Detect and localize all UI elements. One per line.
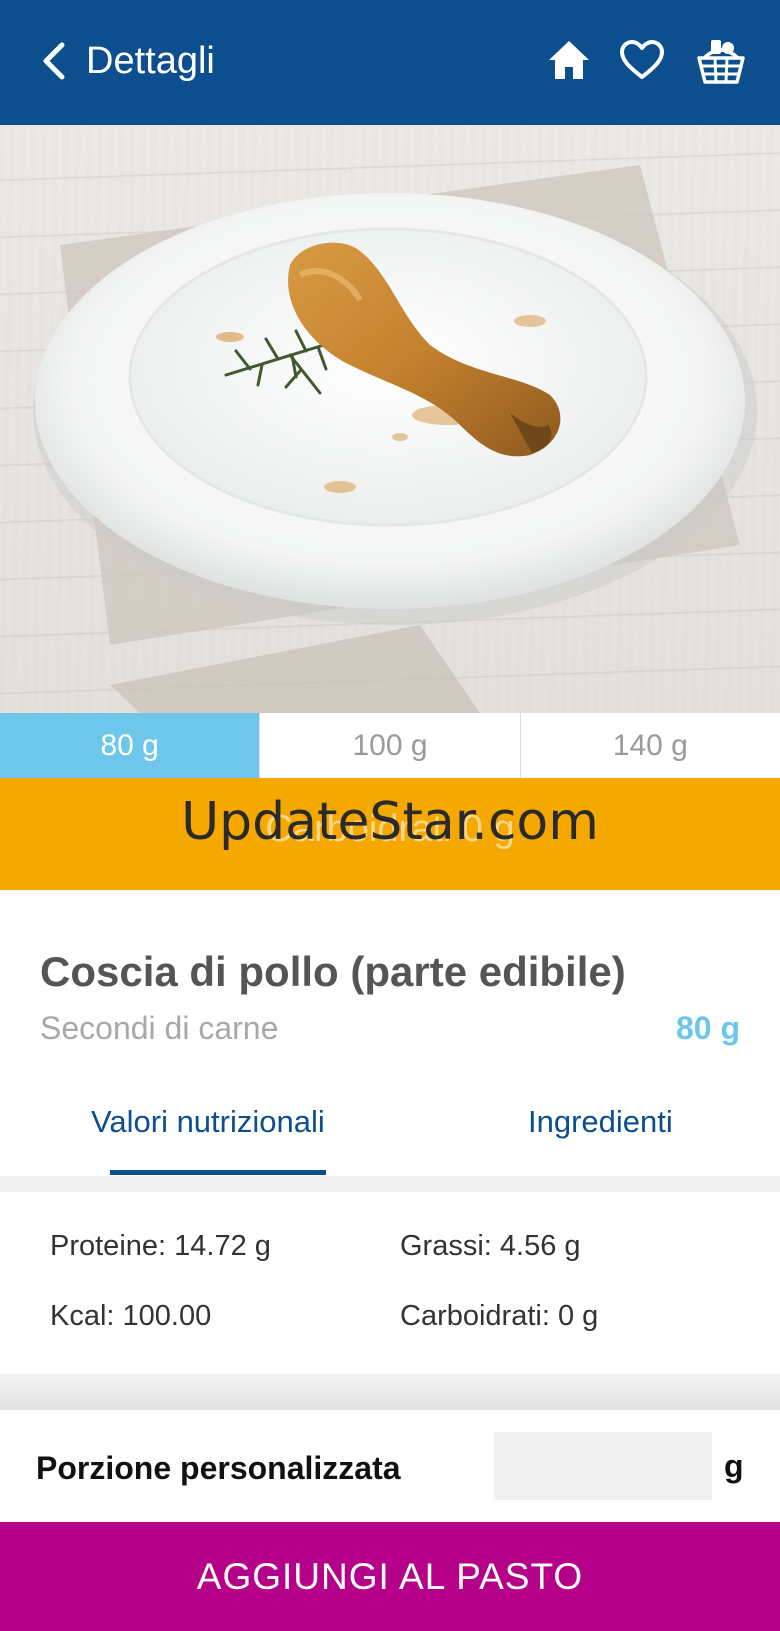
food-name: Coscia di pollo (parte edibile) (40, 948, 626, 995)
food-portion: 80 g (675, 1010, 740, 1046)
portion-tab-100[interactable]: 100 g (259, 713, 520, 778)
active-tab-indicator (110, 1170, 326, 1175)
back-button[interactable] (36, 38, 72, 84)
nutrition-carbs: Carboidrati: 0 g (400, 1300, 599, 1332)
nutrition-proteins: Proteine: 14.72 g (50, 1230, 271, 1262)
portion-tab-140[interactable]: 140 g (519, 713, 780, 778)
food-photo (0, 125, 780, 713)
page-title: Dettagli (86, 40, 215, 82)
custom-portion-input[interactable] (494, 1432, 712, 1500)
custom-portion-label: Porzione personalizzata (36, 1450, 401, 1486)
custom-portion-row: Porzione personalizzata g (0, 1410, 780, 1522)
nutrition-fats: Grassi: 4.56 g (400, 1230, 581, 1262)
home-icon (549, 41, 589, 79)
favorite-button[interactable] (614, 32, 670, 88)
portion-tabs: 80 g 100 g 140 g (0, 713, 780, 778)
home-button[interactable] (541, 32, 597, 88)
basket-icon (697, 40, 745, 84)
chevron-left-icon (43, 42, 65, 80)
divider (0, 1176, 780, 1192)
nutrition-panel: Proteine: 14.72 g Grassi: 4.56 g Kcal: 1… (0, 1192, 780, 1374)
food-illustration (33, 165, 757, 713)
basket-button[interactable] (693, 32, 749, 88)
tab-ingredients[interactable]: Ingredienti (528, 1104, 673, 1140)
divider (0, 1374, 780, 1410)
food-category: Secondi di carne (40, 1010, 279, 1046)
info-tabs: Valori nutrizionali Ingredienti (0, 1086, 780, 1174)
heart-icon (620, 40, 664, 79)
add-to-meal-button[interactable]: AGGIUNGI AL PASTO (0, 1522, 780, 1631)
portion-tab-80[interactable]: 80 g (0, 713, 260, 778)
tab-nutritional-values[interactable]: Valori nutrizionali (91, 1104, 325, 1140)
custom-portion-unit: g (724, 1448, 744, 1484)
carbs-banner: Carboidrati 0 g UpdateStar.com (0, 778, 780, 890)
app-header: Dettagli (0, 0, 780, 125)
nutrition-kcal: Kcal: 100.00 (50, 1300, 212, 1332)
watermark: UpdateStar.com (181, 792, 599, 852)
